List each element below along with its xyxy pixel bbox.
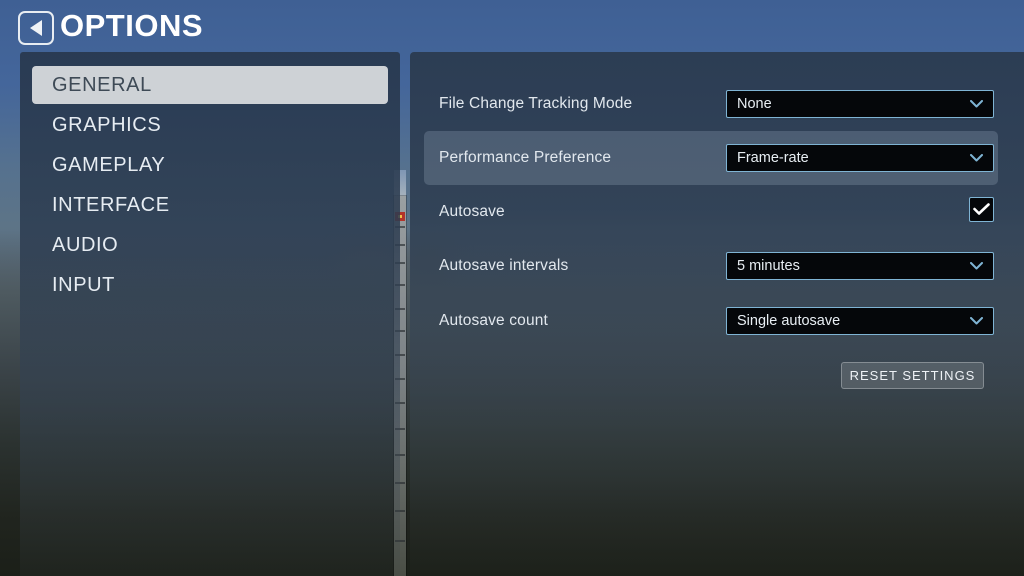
sidebar-item-input[interactable]: INPUT <box>32 266 388 304</box>
chevron-down-icon <box>970 100 983 108</box>
options-screen: OPTIONS GENERAL GRAPHICS GAMEPLAY INTERF… <box>0 0 1024 576</box>
settings-panel: File Change Tracking Mode None Performan… <box>410 52 1024 576</box>
dropdown-value: None <box>737 96 772 112</box>
setting-label: Autosave count <box>439 312 548 329</box>
sidebar-item-label: INPUT <box>52 273 115 296</box>
setting-row-autosave-intervals: Autosave intervals 5 minutes <box>424 239 998 293</box>
reset-settings-button[interactable]: RESET SETTINGS <box>841 362 984 389</box>
autosave-intervals-dropdown[interactable]: 5 minutes <box>726 252 994 280</box>
setting-label: File Change Tracking Mode <box>439 95 633 112</box>
setting-row-autosave-count: Autosave count Single autosave <box>424 294 998 348</box>
setting-row-file-change-tracking-mode: File Change Tracking Mode None <box>424 77 998 131</box>
autosave-checkbox[interactable] <box>969 197 994 222</box>
setting-label: Autosave <box>439 203 505 220</box>
header-bar: OPTIONS <box>0 0 1024 52</box>
sidebar-panel: GENERAL GRAPHICS GAMEPLAY INTERFACE AUDI… <box>20 52 400 576</box>
setting-row-autosave: Autosave <box>424 185 998 239</box>
sidebar-item-label: GENERAL <box>52 73 152 96</box>
sidebar-item-interface[interactable]: INTERFACE <box>32 186 388 224</box>
sidebar-item-label: GRAPHICS <box>52 113 162 136</box>
performance-preference-dropdown[interactable]: Frame-rate <box>726 144 994 172</box>
chevron-down-icon <box>970 154 983 162</box>
file-change-tracking-mode-dropdown[interactable]: None <box>726 90 994 118</box>
setting-label: Autosave intervals <box>439 257 569 274</box>
sidebar-item-label: GAMEPLAY <box>52 153 166 176</box>
chevron-down-icon <box>970 317 983 325</box>
dropdown-value: 5 minutes <box>737 258 800 274</box>
sidebar-item-label: INTERFACE <box>52 193 170 216</box>
reset-settings-label: RESET SETTINGS <box>849 368 976 383</box>
autosave-count-dropdown[interactable]: Single autosave <box>726 307 994 335</box>
page-title: OPTIONS <box>60 8 204 43</box>
back-arrow-icon <box>29 20 42 36</box>
sidebar-item-general[interactable]: GENERAL <box>32 66 388 104</box>
chevron-down-icon <box>970 262 983 270</box>
dropdown-value: Single autosave <box>737 313 841 329</box>
setting-label: Performance Preference <box>439 149 612 166</box>
sidebar-item-graphics[interactable]: GRAPHICS <box>32 106 388 144</box>
dropdown-value: Frame-rate <box>737 150 809 166</box>
sidebar-item-gameplay[interactable]: GAMEPLAY <box>32 146 388 184</box>
sidebar-nav: GENERAL GRAPHICS GAMEPLAY INTERFACE AUDI… <box>32 66 388 306</box>
back-button[interactable] <box>18 11 54 45</box>
setting-row-performance-preference: Performance Preference Frame-rate <box>424 131 998 185</box>
sidebar-item-audio[interactable]: AUDIO <box>32 226 388 264</box>
checkmark-icon <box>973 203 990 216</box>
sidebar-item-label: AUDIO <box>52 233 119 256</box>
